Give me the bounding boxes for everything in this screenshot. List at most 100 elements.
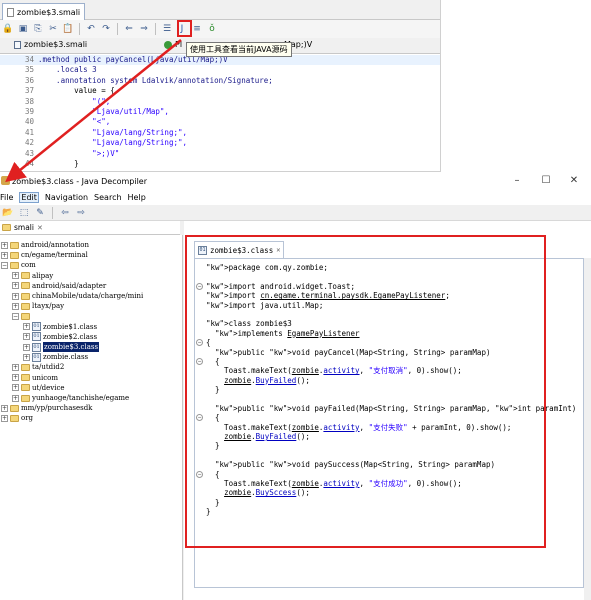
tree-item-label: ut/device [32, 383, 65, 392]
tree-package-item[interactable]: + android/annotation [1, 240, 89, 250]
copy-icon[interactable]: ⎘ [32, 23, 44, 35]
maximize-button[interactable]: ☐ [539, 175, 553, 186]
back-icon[interactable]: ⇦ [59, 207, 71, 219]
file-icon [7, 7, 14, 17]
tab-zombie3-smali[interactable]: zombie$3.smali [2, 3, 86, 20]
subtab-pl[interactable]: Pl [164, 40, 182, 49]
close-icon[interactable]: ✕ [37, 224, 43, 232]
undo-icon[interactable]: ↶ [85, 23, 97, 35]
vertical-scrollbar[interactable] [584, 258, 591, 600]
minimize-button[interactable]: – [510, 175, 524, 186]
expand-icon[interactable]: + [12, 394, 19, 402]
outline-icon[interactable]: ☰ [161, 23, 173, 35]
tree-item-label: zombie$3.class [43, 342, 100, 352]
tree-item-label: alipay [32, 271, 54, 280]
subtab-label: zombie$3.smali [24, 40, 88, 49]
tree-item-label: unicom [32, 373, 59, 382]
collapse-icon[interactable]: − [12, 312, 19, 320]
tree-package-item[interactable]: + chinaMobile/udata/charge/mini [12, 291, 143, 301]
forward-icon[interactable]: ⇨ [75, 207, 87, 219]
expand-icon[interactable]: + [23, 343, 30, 351]
smali-code-area[interactable]: 34 .method public payCancel(Ljava/util/Ma… [0, 55, 440, 171]
close-button[interactable]: ✕ [567, 175, 581, 186]
tree-package-item[interactable]: + ltayx/pay [12, 301, 64, 311]
line-text: "Ljava/lang/String;", [38, 127, 188, 137]
expand-icon[interactable]: + [12, 292, 19, 300]
menu-edit[interactable]: Edit [19, 192, 39, 203]
smali-code-line: 35 .locals 3 [0, 65, 440, 75]
tree-item-label: zombie.class [43, 353, 89, 362]
expand-icon[interactable]: + [23, 323, 30, 331]
expand-icon[interactable]: + [12, 272, 19, 280]
open-file-icon[interactable]: 📂 [2, 207, 14, 219]
tree-class-item[interactable]: +01 zombie$3.class [23, 342, 100, 352]
edit-icon[interactable]: ✎ [34, 207, 46, 219]
tree-package-item[interactable]: + mm/yp/purchasesdk [1, 403, 92, 413]
expand-icon[interactable]: + [12, 282, 19, 290]
tree-package-item[interactable]: + yunhaoge/tanchishe/egame [12, 393, 129, 403]
smali-code-line: 42 "Ljava/lang/String;", [0, 138, 440, 148]
tree-package-item[interactable]: + unicom [12, 373, 58, 383]
subtab-zombie3-smali[interactable]: zombie$3.smali [14, 40, 87, 49]
back-icon[interactable]: ⇐ [123, 23, 135, 35]
line-text: } [38, 158, 79, 168]
expand-icon[interactable]: + [12, 363, 19, 371]
expand-icon[interactable]: + [12, 302, 19, 310]
forward-icon[interactable]: ⇒ [138, 23, 150, 35]
expand-icon[interactable]: + [1, 251, 8, 259]
menu-search[interactable]: Search [94, 193, 121, 202]
tree-item-label: ta/utdid2 [32, 363, 65, 372]
folder-icon [10, 404, 19, 412]
redo-icon[interactable]: ↷ [100, 23, 112, 35]
tree-package-item[interactable]: + cn/egame/terminal [1, 250, 88, 260]
expand-icon[interactable]: + [1, 241, 8, 249]
tree-item-label: cn/egame/terminal [21, 251, 88, 260]
tree-package-item[interactable]: + ta/utdid2 [12, 362, 64, 372]
open-type-icon[interactable]: ⬚ [18, 207, 30, 219]
tree-item-label: zombie$1.class [43, 322, 98, 331]
menu-navigation[interactable]: Navigation [45, 193, 88, 202]
tree-item-label: android/said/adapter [32, 281, 107, 290]
tree-class-item[interactable]: +01 zombie$2.class [23, 332, 97, 342]
folder-icon [21, 394, 30, 402]
collapse-icon[interactable]: − [1, 261, 8, 269]
folder-icon [21, 272, 30, 280]
save-icon[interactable]: ▣ [17, 23, 29, 35]
cut-icon[interactable]: ✂ [47, 23, 59, 35]
class-file-icon: 01 [32, 322, 41, 332]
tree-item-label: yunhaoge/tanchishe/egame [32, 394, 130, 402]
expand-icon[interactable]: + [12, 384, 19, 392]
tab-smali-tree[interactable]: smali ✕ [0, 221, 180, 235]
expand-icon[interactable]: + [23, 333, 30, 341]
subtab-pl-label: Pl [175, 40, 183, 49]
source-highlight-box [185, 235, 546, 548]
window-title: zombie$3.class - Java Decompiler [12, 177, 148, 186]
lock-icon[interactable]: 🔒 [2, 23, 14, 35]
paste-icon[interactable]: 📋 [62, 23, 74, 35]
tree-package-item[interactable]: − [12, 311, 32, 321]
tree-class-item[interactable]: +01 zombie.class [23, 352, 88, 362]
line-number: 38 [24, 96, 34, 106]
decompiler-toolbar: 📂 ⬚ ✎ ⇦ ⇨ [0, 205, 591, 221]
line-text: ">;)V" [38, 148, 120, 158]
expand-icon[interactable]: + [12, 374, 19, 382]
line-text: .locals 3 [38, 65, 97, 75]
smali-code-line: 37 value = { [0, 86, 440, 96]
expand-icon[interactable]: + [1, 414, 8, 422]
tree-package-item[interactable]: + ut/device [12, 383, 65, 393]
tree-package-item[interactable]: − com [1, 260, 36, 270]
format-icon[interactable]: ≡ [191, 23, 203, 35]
java-source-button-highlight [177, 20, 192, 37]
tree-package-item[interactable]: + alipay [12, 271, 53, 281]
run-icon[interactable]: ǒ [206, 23, 218, 35]
class-file-icon: 01 [32, 342, 41, 352]
tree-tab-label: smali [14, 223, 34, 232]
tree-package-item[interactable]: + org [1, 413, 33, 423]
tree-class-item[interactable]: +01 zombie$1.class [23, 322, 97, 332]
tree-package-item[interactable]: + android/said/adapter [12, 281, 106, 291]
menu-file[interactable]: File [0, 193, 13, 202]
expand-icon[interactable]: + [23, 353, 30, 361]
class-file-icon: 01 [32, 352, 41, 362]
expand-icon[interactable]: + [1, 404, 8, 412]
menu-help[interactable]: Help [128, 193, 146, 202]
